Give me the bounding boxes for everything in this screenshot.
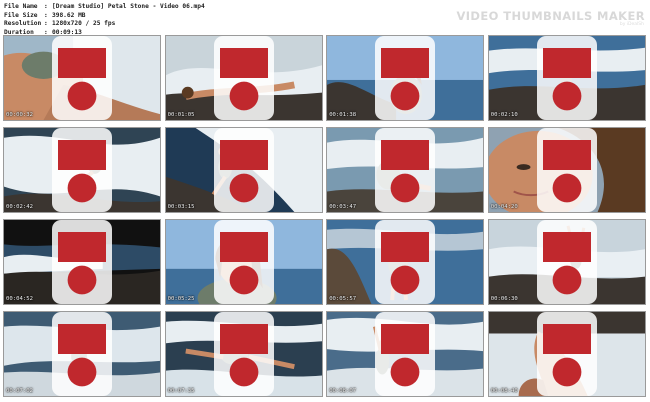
timestamp-label: 00:07:02: [6, 388, 33, 394]
timestamp-label: 00:08:40: [490, 388, 518, 394]
thumbnail-frame[interactable]: 00:03:15: [164, 127, 323, 213]
studio-logo-icon: [536, 36, 597, 120]
file-size-value: 398.62 MB: [52, 11, 86, 19]
studio-logo-icon: [375, 36, 436, 120]
thumbnail-frame[interactable]: 00:00:32: [3, 35, 161, 121]
timestamp-label: 00:05:57: [329, 296, 357, 302]
timestamp-label: 00:02:10: [490, 112, 518, 118]
thumbnail-frame[interactable]: 00:05:25: [164, 219, 323, 305]
thumbnail-frame[interactable]: 00:02:42: [3, 127, 161, 213]
resolution-value: 1280x720 / 25 fps: [52, 20, 116, 28]
studio-logo-icon: [213, 220, 274, 304]
file-name-row: File Name : [Dream Studio] Petal Stone -…: [4, 3, 444, 12]
timestamp-label: 00:05:25: [167, 296, 195, 302]
studio-logo-icon: [52, 312, 112, 396]
timestamp-label: 00:04:20: [490, 204, 518, 210]
studio-logo-icon: [52, 128, 112, 212]
timestamp-label: 00:00:32: [6, 112, 33, 118]
timestamp-label: 00:02:42: [6, 204, 33, 210]
thumbnail-frame[interactable]: 00:08:07: [326, 311, 485, 397]
thumbnail-frame[interactable]: 00:08:40: [487, 311, 646, 397]
thumbnail-frame[interactable]: 00:01:38: [326, 35, 485, 121]
thumbnail-frame[interactable]: 00:01:05: [164, 35, 323, 121]
watermark-title: VIDEO THUMBNAILS MAKER: [456, 9, 645, 23]
file-name-value: [Dream Studio] Petal Stone - Video 06.mp…: [52, 3, 205, 10]
studio-logo-icon: [52, 220, 112, 304]
timestamp-label: 00:07:35: [167, 388, 195, 394]
thumbnail-frame[interactable]: 00:02:10: [487, 35, 646, 121]
separator: :: [44, 20, 48, 28]
studio-logo-icon: [375, 312, 436, 396]
studio-logo-icon: [536, 312, 597, 396]
timestamp-label: 00:03:47: [329, 204, 357, 210]
studio-logo-icon: [536, 128, 597, 212]
resolution-label: Resolution: [4, 20, 42, 28]
file-info-panel: File Name : [Dream Studio] Petal Stone -…: [4, 3, 444, 37]
separator: :: [44, 11, 48, 19]
studio-logo-icon: [52, 36, 112, 120]
thumbnail-frame[interactable]: 00:07:35: [164, 311, 323, 397]
thumbnail-frame[interactable]: 00:04:52: [3, 219, 161, 305]
thumbnail-frame[interactable]: 00:06:30: [487, 219, 646, 305]
separator: :: [44, 3, 48, 10]
file-name-label: File Name: [4, 3, 38, 10]
timestamp-label: 00:03:15: [167, 204, 195, 210]
file-size-row: File Size : 398.62 MB: [4, 12, 444, 21]
timestamp-label: 00:01:05: [167, 112, 195, 118]
watermark-subtitle: by iDealSh: [619, 22, 644, 27]
timestamp-label: 00:04:52: [6, 296, 33, 302]
thumbnail-frame[interactable]: 00:05:57: [326, 219, 485, 305]
thumbnail-frame[interactable]: 00:04:20: [487, 127, 646, 213]
file-size-label: File Size: [4, 11, 38, 19]
studio-logo-icon: [213, 128, 274, 212]
timestamp-label: 00:01:38: [329, 112, 357, 118]
studio-logo-icon: [213, 36, 274, 120]
studio-logo-icon: [375, 128, 436, 212]
thumbnail-frame[interactable]: 00:07:02: [3, 311, 161, 397]
timestamp-label: 00:06:30: [490, 296, 518, 302]
thumbnail-grid: 00:00:32 00:01:05 00:01:38 00:02:10 00:02:42…: [3, 35, 646, 397]
thumbnail-frame[interactable]: 00:03:47: [326, 127, 485, 213]
timestamp-label: 00:08:07: [329, 388, 357, 394]
resolution-row: Resolution : 1280x720 / 25 fps: [4, 20, 444, 29]
studio-logo-icon: [375, 220, 436, 304]
studio-logo-icon: [213, 312, 274, 396]
studio-logo-icon: [536, 220, 597, 304]
